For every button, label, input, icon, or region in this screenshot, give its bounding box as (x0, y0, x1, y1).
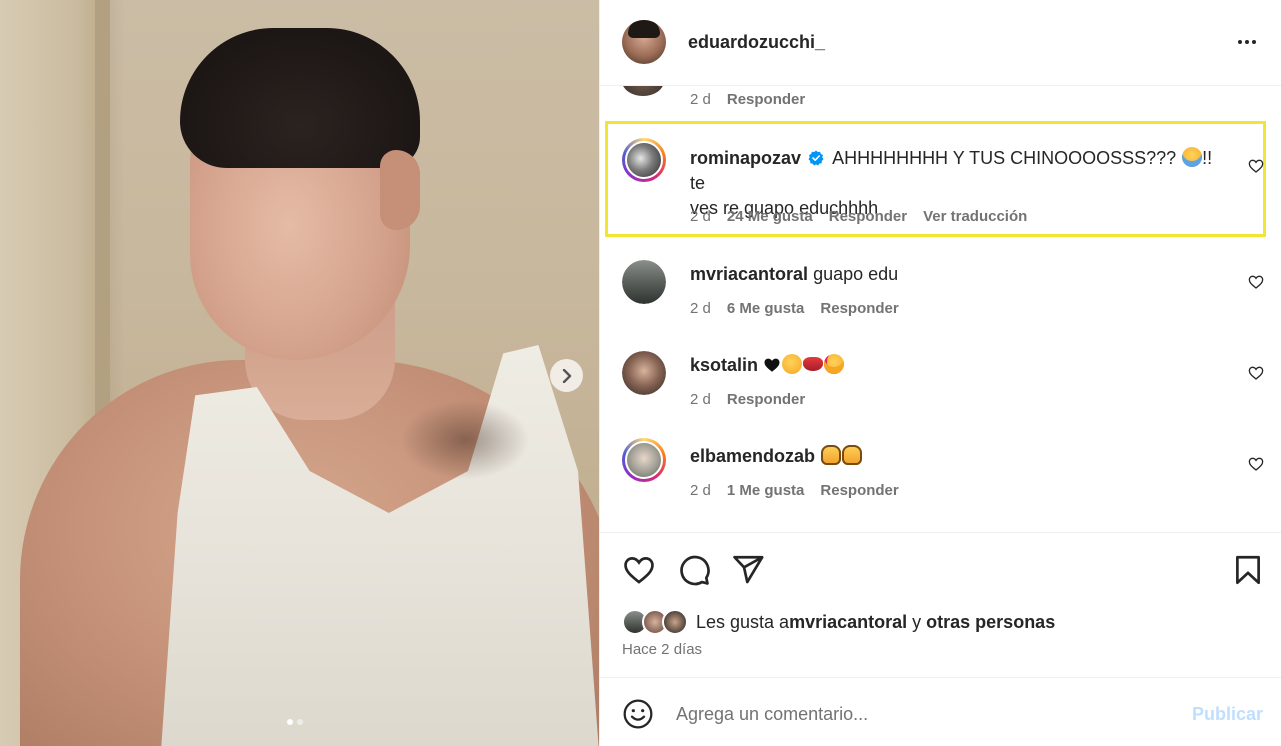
carousel-dot (297, 719, 303, 725)
comment-text: mvriacantoral guapo edu (690, 262, 1230, 287)
comment-avatar[interactable] (622, 351, 666, 395)
post-header: eduardozucchi_ (600, 0, 1281, 86)
comment-text: ksotalin (690, 353, 1230, 378)
comment-time: 2 d (690, 91, 711, 108)
reply-button[interactable]: Responder (820, 482, 898, 499)
post-photo[interactable] (0, 0, 599, 746)
reply-button[interactable]: Responder (727, 91, 805, 108)
add-comment-bar: Publicar (600, 677, 1281, 746)
comment-likes[interactable]: 6 Me gusta (727, 300, 805, 317)
publish-button[interactable]: Publicar (1192, 704, 1263, 725)
comment-time: 2 d (690, 208, 711, 225)
comment-meta: 2 d Responder (690, 91, 805, 108)
comments-list[interactable]: 2 d Responder rominapozav AHHHHHHHH Y TU… (600, 86, 1281, 532)
liked-by-avatars[interactable] (622, 609, 692, 635)
comment-avatar[interactable] (622, 86, 664, 96)
verified-badge-icon (808, 150, 824, 166)
liked-by: Les gusta a mvriacantoral y otras person… (622, 609, 1055, 635)
comment-meta: 2 d 24 Me gusta Responder Ver traducción (690, 208, 1027, 225)
comment-time: 2 d (690, 482, 711, 499)
comment-time: 2 d (690, 391, 711, 408)
author-avatar[interactable] (622, 20, 666, 64)
bookmark-icon[interactable] (1231, 553, 1265, 587)
carousel-dots (287, 719, 303, 725)
liked-by-user[interactable]: mvriacantoral (789, 612, 907, 633)
comment-input[interactable] (676, 700, 1176, 728)
comment-heart-icon[interactable] (1248, 456, 1264, 472)
anxious-face-emoji-icon (1182, 147, 1203, 167)
heart-eyes-emoji-icon (824, 354, 845, 374)
comment-likes[interactable]: 24 Me gusta (727, 208, 813, 225)
photo-ear (380, 150, 420, 230)
like-heart-icon[interactable] (622, 553, 656, 587)
carousel-next-button[interactable] (550, 359, 583, 392)
share-send-icon[interactable] (731, 553, 765, 587)
comment-text: elbamendozab (690, 444, 1230, 469)
comment-heart-icon[interactable] (1248, 158, 1264, 174)
comment-username[interactable]: elbamendozab (690, 446, 815, 466)
reply-button[interactable]: Responder (820, 300, 898, 317)
liked-by-mid: y (907, 611, 927, 632)
chevron-right-icon (562, 368, 571, 383)
comment-avatar[interactable] (622, 138, 666, 182)
comment-body: AHHHHHHHH Y TUS CHINOOOOSSS??? (832, 148, 1182, 168)
raising-hands-emoji-icon (842, 445, 863, 465)
comment-avatar[interactable] (622, 438, 666, 482)
comment-heart-icon[interactable] (1248, 365, 1264, 381)
author-username[interactable]: eduardozucchi_ (688, 32, 825, 53)
photo-hair (180, 28, 420, 168)
comment-body: guapo edu (813, 264, 899, 284)
raising-hands-emoji-icon (821, 445, 842, 465)
liked-by-prefix: Les gusta a (696, 611, 790, 632)
comment-time: 2 d (690, 300, 711, 317)
kissing-face-emoji-icon (782, 354, 803, 374)
see-translation-button[interactable]: Ver traducción (923, 208, 1027, 225)
carousel-dot-active (287, 719, 293, 725)
more-horizontal-icon[interactable] (1232, 30, 1262, 54)
comment-avatar[interactable] (622, 260, 666, 304)
comment-username[interactable]: mvriacantoral (690, 264, 808, 284)
comment-meta: 2 d 1 Me gusta Responder (690, 482, 899, 499)
liked-by-others[interactable]: otras personas (926, 612, 1055, 633)
comment-meta: 2 d Responder (690, 391, 805, 408)
comment-meta: 2 d 6 Me gusta Responder (690, 300, 899, 317)
comment-username[interactable]: ksotalin (690, 355, 758, 375)
lips-emoji-icon (803, 357, 824, 371)
comment-icon[interactable] (677, 553, 711, 587)
post-actions: Les gusta a mvriacantoral y otras person… (600, 532, 1281, 676)
comment-emojis (763, 354, 845, 375)
emoji-smile-icon[interactable] (622, 698, 654, 730)
black-heart-emoji-icon (764, 358, 780, 372)
comment-partial: 2 d Responder (600, 86, 1281, 122)
comment-username[interactable]: rominapozav (690, 148, 801, 168)
photo-chest (400, 400, 530, 480)
comment-heart-icon[interactable] (1248, 274, 1264, 290)
reply-button[interactable]: Responder (727, 391, 805, 408)
comment-likes[interactable]: 1 Me gusta (727, 482, 805, 499)
post-date[interactable]: Hace 2 días (622, 641, 702, 658)
post-sidebar: eduardozucchi_ 2 d Responder rominapozav (599, 0, 1281, 746)
comment-emojis (820, 445, 863, 466)
reply-button[interactable]: Responder (829, 208, 907, 225)
